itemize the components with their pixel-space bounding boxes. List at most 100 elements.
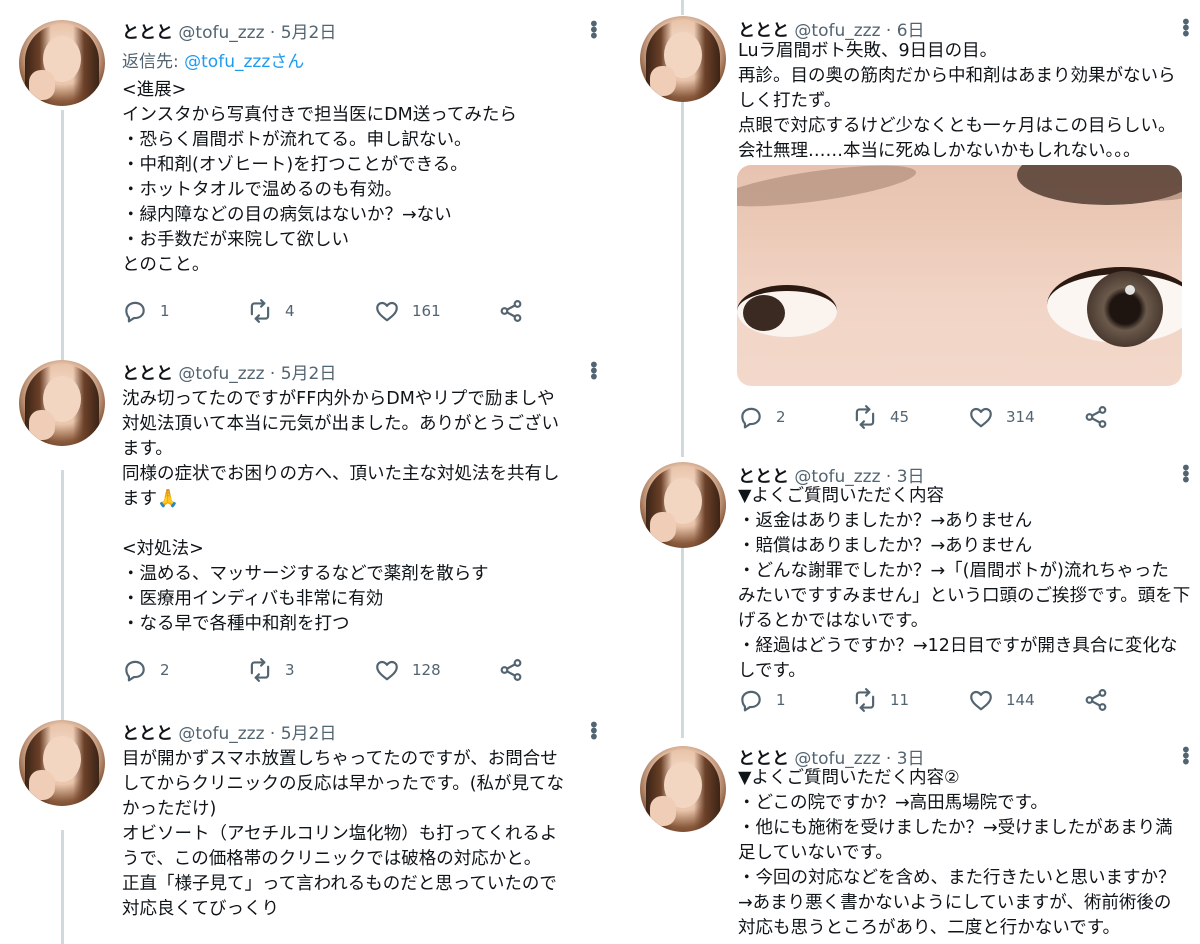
tweet-text-line: 対応も思うところがあり、二度と行かないです。 (738, 918, 1121, 938)
reply-count: 2 (160, 661, 170, 679)
like-button[interactable]: 128 (374, 657, 441, 683)
tweet[interactable]: ととと @tofu_zzz · 5月2日 • • • 返信先: @tofu_zzzさ… (0, 0, 628, 355)
share-icon (498, 298, 524, 324)
tweet-text-line: 足していないです。 (738, 843, 893, 863)
tweet-text-line: 再診。目の奥の筋肉だから中和剤はあまり効果がないら (738, 66, 1176, 86)
like-icon (968, 687, 994, 713)
like-count: 144 (1006, 691, 1035, 709)
tweet-text-line: ・中和剤(オゾヒート)を打つことができる。 (122, 155, 468, 175)
user-handle[interactable]: @tofu_zzz (178, 724, 264, 744)
retweet-icon (247, 298, 273, 324)
reply-button[interactable]: 2 (738, 404, 786, 430)
reply-to-label: 返信先: (122, 52, 185, 72)
like-button[interactable]: 161 (374, 298, 441, 324)
tweet-text-line: 同様の症状でお困りの方へ、頂いた主な対処法を共有し (122, 464, 560, 484)
tweet[interactable]: ととと @tofu_zzz · 3日 • • • ▼よくご質問いただく内容② ・どこの… (628, 740, 1200, 944)
tweet-text-line: ・お手数だが来院して欲しい (122, 230, 349, 250)
tweet-actions: 2 3 128 (122, 657, 542, 687)
retweet-button[interactable]: 4 (247, 298, 295, 324)
retweet-count: 3 (285, 661, 295, 679)
like-button[interactable]: 144 (968, 687, 1035, 713)
reply-icon (738, 687, 764, 713)
user-handle[interactable]: @tofu_zzz (178, 23, 264, 43)
left-thread-column: ととと @tofu_zzz · 5月2日 • • • 返信先: @tofu_zzzさ… (0, 0, 628, 944)
more-options-icon[interactable]: • • • (588, 14, 600, 46)
avatar[interactable] (19, 360, 105, 446)
reply-icon (122, 298, 148, 324)
tweet-text-line: ・温める、マッサージするなどで薬剤を散らす (122, 564, 489, 584)
tweet-text-line: げるとかではないです。 (738, 611, 929, 631)
share-button[interactable] (498, 298, 524, 324)
tweet-text-line: ・どこの院ですか？→高田馬場院です。 (738, 793, 1048, 813)
user-handle[interactable]: @tofu_zzz (794, 21, 880, 41)
share-button[interactable] (498, 657, 524, 683)
tweet-text-line: ・他にも施術を受けましたか？→受けましたがあまり満 (738, 818, 1173, 838)
tweet[interactable]: ととと @tofu_zzz · 5月2日 • • • 沈み切ってたのですがFF内外か… (0, 355, 628, 715)
display-name[interactable]: ととと (738, 21, 789, 41)
more-options-icon[interactable]: • • • (1180, 740, 1192, 772)
more-options-icon[interactable]: • • • (588, 715, 600, 747)
share-icon (1083, 687, 1109, 713)
like-icon (968, 404, 994, 430)
tweet-text-line: ・緑内障などの目の病気はないか？→ない (122, 205, 452, 225)
tweet-text: ▼よくご質問いただく内容 ・返金はありましたか？→ありません ・賠償はありましたか？… (738, 484, 1190, 684)
retweet-icon (247, 657, 273, 683)
retweet-button[interactable]: 11 (852, 687, 909, 713)
tweet-actions: 1 4 161 (122, 298, 542, 328)
tweet-text-line: ます。 (122, 439, 173, 459)
timestamp[interactable]: 5月2日 (281, 23, 337, 43)
tweet-text-line: かっただけ) (122, 799, 217, 819)
tweet-text-line: してからクリニックの反応は早かったです。(私が見てな (122, 774, 565, 794)
retweet-count: 45 (890, 408, 910, 426)
like-icon (374, 657, 400, 683)
tweet-text-line (122, 512, 560, 537)
share-icon (498, 657, 524, 683)
retweet-count: 4 (285, 302, 295, 320)
more-options-icon[interactable]: • • • (1180, 458, 1192, 490)
avatar[interactable] (640, 746, 726, 832)
avatar[interactable] (19, 720, 105, 806)
like-count: 128 (412, 661, 441, 679)
retweet-button[interactable]: 3 (247, 657, 295, 683)
tweet-photo[interactable] (737, 165, 1182, 386)
more-options-icon[interactable]: • • • (1180, 12, 1192, 44)
reply-button[interactable]: 1 (738, 687, 786, 713)
reply-button[interactable]: 2 (122, 657, 170, 683)
share-button[interactable] (1083, 687, 1109, 713)
avatar[interactable] (640, 16, 726, 102)
display-name[interactable]: ととと (122, 364, 173, 384)
display-name[interactable]: ととと (122, 724, 173, 744)
tweet-text-line: ・なる早で各種中和剤を打つ (122, 614, 350, 634)
tweet-text: 目が開かずスマホ放置しちゃってたのですが、お問合せ してからクリニックの反応は早か… (122, 747, 564, 922)
tweet[interactable]: ととと @tofu_zzz · 3日 • • • ▼よくご質問いただく内容 ・返金はあ… (628, 450, 1200, 740)
reply-to-link[interactable]: @tofu_zzzさん (184, 52, 304, 72)
like-button[interactable]: 314 (968, 404, 1035, 430)
tweet[interactable]: ととと @tofu_zzz · 5月2日 • • • 目が開かずスマホ放置しちゃって… (0, 715, 628, 944)
tweet-text-line: ます🙏 (122, 489, 179, 509)
tweet[interactable]: ととと @tofu_zzz · 6日 • • • Luラ眉間ボト失敗、9日目の目。再… (628, 0, 1200, 450)
tweet-text-line: <対処法> (122, 539, 204, 559)
tweet-text-line: ・どんな謝罪でしたか？→「(眉間ボトが)流れちゃった (738, 561, 1169, 581)
like-count: 161 (412, 302, 441, 320)
reply-icon (122, 657, 148, 683)
separator-dot: · (269, 23, 276, 43)
user-handle[interactable]: @tofu_zzz (178, 364, 264, 384)
more-options-icon[interactable]: • • • (588, 355, 600, 387)
avatar[interactable] (19, 20, 105, 106)
reply-button[interactable]: 1 (122, 298, 170, 324)
retweet-button[interactable]: 45 (852, 404, 909, 430)
timestamp[interactable]: 5月2日 (281, 364, 337, 384)
display-name[interactable]: ととと (122, 23, 173, 43)
timestamp[interactable]: 5月2日 (281, 724, 337, 744)
share-button[interactable] (1083, 404, 1109, 430)
timestamp[interactable]: 6日 (897, 21, 925, 41)
tweet-text-line: 会社無理……本当に死ぬしかないかもしれない。。。 (738, 141, 1141, 161)
tweet-text-line: オビソート（アセチルコリン塩化物）も打ってくれるよ (122, 824, 558, 844)
avatar[interactable] (640, 462, 726, 548)
tweet-text-line: 沈み切ってたのですがFF内外からDMやリプで励ましや (122, 389, 555, 409)
tweet-text: ▼よくご質問いただく内容② ・どこの院ですか？→高田馬場院です。 ・他にも施術を受け… (738, 766, 1176, 941)
reply-count: 1 (776, 691, 786, 709)
tweet-actions: 1 11 144 (738, 687, 1158, 717)
tweet-text-line: ・経過はどうですか？→12日目ですが開き具合に変化な (738, 636, 1178, 656)
tweet-text-line: しです。 (738, 661, 806, 681)
